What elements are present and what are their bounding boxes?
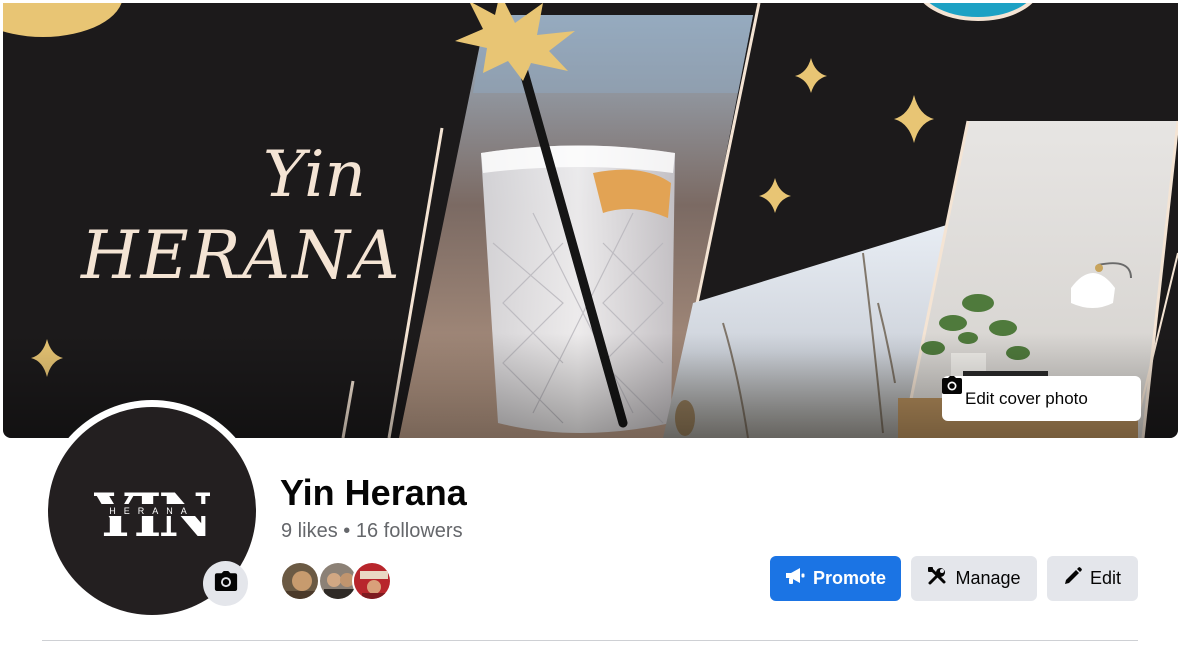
promote-label: Promote bbox=[812, 568, 886, 588]
camera-icon bbox=[214, 571, 238, 596]
follower-avatars bbox=[280, 561, 400, 601]
cover-photo[interactable]: Yin HERANA Edit cover photo bbox=[3, 3, 1178, 438]
edit-button[interactable]: Edit bbox=[1047, 556, 1138, 601]
page-stats: 9 likes • 16 followers bbox=[281, 520, 463, 543]
avatar-logo-subtext: HERANA bbox=[109, 506, 195, 516]
manage-button[interactable]: Manage bbox=[911, 556, 1037, 601]
pencil-icon bbox=[1064, 567, 1082, 590]
follower-avatar[interactable] bbox=[352, 561, 392, 601]
likes-link[interactable]: 9 likes bbox=[281, 520, 338, 542]
edit-label: Edit bbox=[1089, 568, 1122, 588]
promote-button[interactable]: Promote bbox=[770, 556, 901, 601]
section-divider bbox=[42, 640, 1138, 641]
update-profile-picture-button[interactable] bbox=[203, 561, 248, 606]
stats-separator: • bbox=[343, 520, 351, 542]
avatar-logo: YIN HERANA bbox=[94, 481, 210, 542]
edit-cover-photo-label: Edit cover photo bbox=[965, 388, 1088, 408]
followers-link[interactable]: 16 followers bbox=[356, 520, 463, 542]
page-title: Yin Herana bbox=[280, 472, 467, 513]
tools-icon bbox=[927, 566, 947, 591]
manage-label: Manage bbox=[955, 568, 1021, 588]
cover-title-line2: HERANA bbox=[81, 217, 402, 294]
cover-title-line1: Yin bbox=[263, 138, 366, 212]
megaphone-icon bbox=[785, 567, 805, 590]
edit-cover-photo-button[interactable]: Edit cover photo bbox=[942, 376, 1141, 421]
follower-avatar[interactable] bbox=[280, 561, 320, 601]
